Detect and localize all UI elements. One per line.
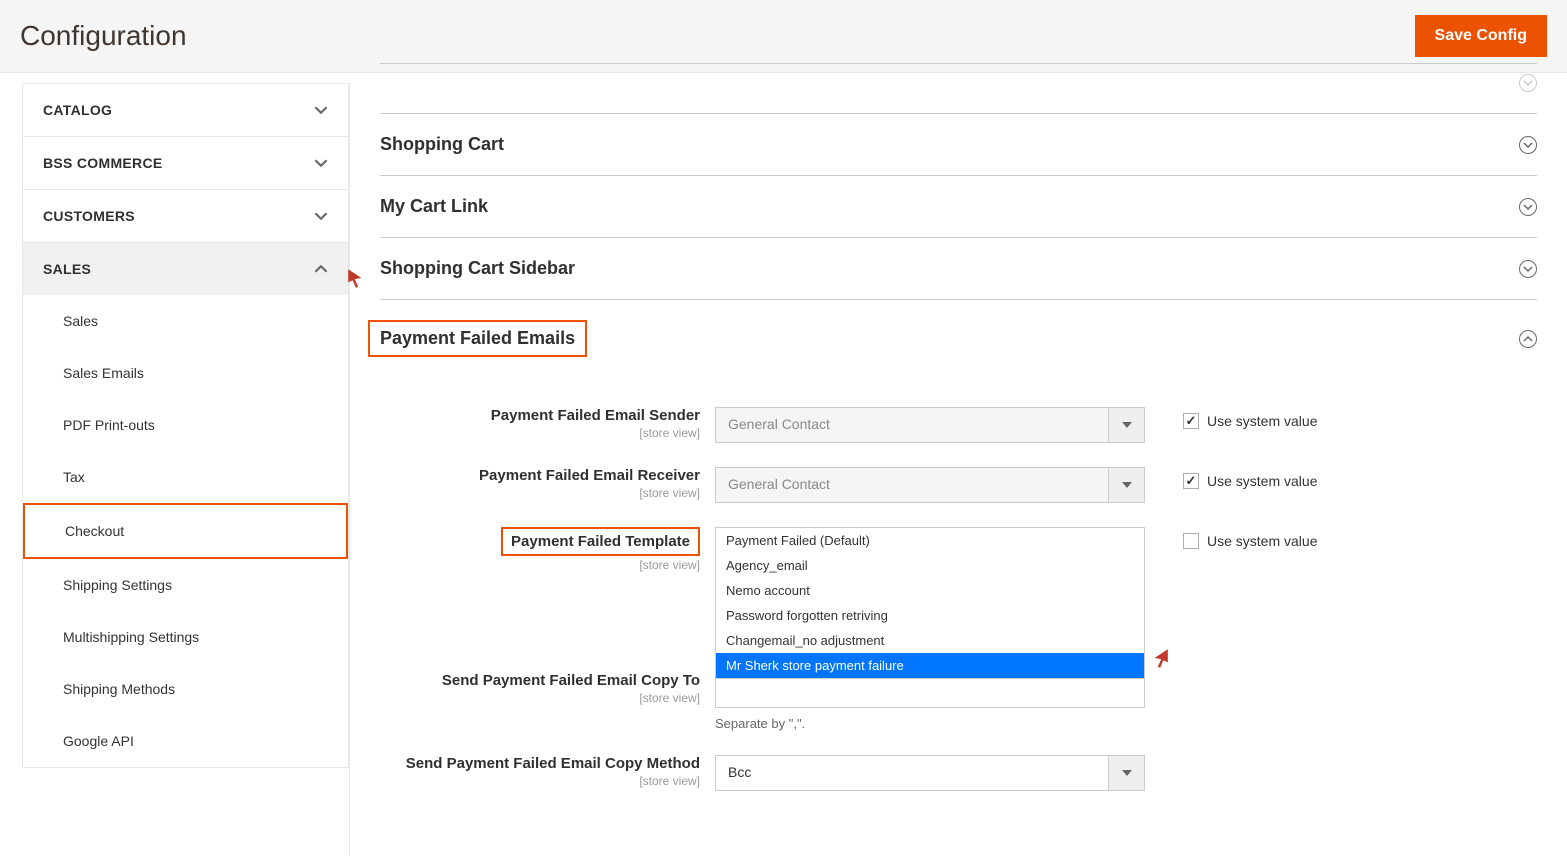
payment-failed-form: Payment Failed Email Sender [store view]… — [380, 377, 1537, 825]
chevron-down-icon — [314, 103, 328, 117]
section-title: My Cart Link — [380, 196, 488, 217]
sidebar-group-label: CUSTOMERS — [43, 208, 135, 224]
section-title: Shopping Cart — [380, 134, 504, 155]
sidebar-group-bss-commerce[interactable]: BSS COMMERCE — [22, 136, 349, 189]
helper-text: Separate by ",". — [715, 716, 1145, 731]
section-my-cart-link[interactable]: My Cart Link — [380, 176, 1537, 238]
dropdown-arrow-icon — [1108, 756, 1144, 790]
sidebar-item-checkout[interactable]: Checkout — [23, 503, 348, 559]
scope-label: [store view] — [380, 486, 700, 500]
section-title: Shopping Cart Sidebar — [380, 258, 575, 279]
select-value: General Contact — [716, 468, 1108, 502]
sidebar-item-multishipping-settings[interactable]: Multishipping Settings — [23, 611, 348, 663]
save-config-button[interactable]: Save Config — [1415, 15, 1547, 57]
expand-down-icon — [1519, 198, 1537, 216]
expand-down-icon — [1519, 260, 1537, 278]
dropdown-option-selected[interactable]: Mr Sherk store payment failure — [716, 653, 1144, 678]
sidebar-item-tax[interactable]: Tax — [23, 451, 348, 503]
sidebar-item-sales-emails[interactable]: Sales Emails — [23, 347, 348, 399]
field-label: Payment Failed Email Sender — [380, 407, 700, 424]
collapse-up-icon — [1519, 330, 1537, 348]
sidebar-group-customers[interactable]: CUSTOMERS — [22, 189, 349, 242]
use-system-checkbox[interactable] — [1183, 533, 1199, 549]
sidebar-group-label: CATALOG — [43, 102, 112, 118]
template-dropdown[interactable]: Payment Failed (Default) Agency_email Ne… — [715, 527, 1145, 679]
section-shopping-cart-sidebar[interactable]: Shopping Cart Sidebar — [380, 238, 1537, 300]
sidebar-group-catalog[interactable]: CATALOG — [22, 83, 349, 136]
copy-method-select[interactable]: Bcc — [715, 755, 1145, 791]
scope-label: [store view] — [380, 691, 700, 705]
scope-label: [store view] — [380, 774, 700, 788]
section-title: Payment Failed Emails — [368, 320, 587, 357]
checkbox-label: Use system value — [1207, 413, 1317, 429]
page-title: Configuration — [20, 20, 187, 52]
sidebar-item-shipping-methods[interactable]: Shipping Methods — [23, 663, 348, 715]
field-label: Send Payment Failed Email Copy Method — [380, 755, 700, 772]
sender-select[interactable]: General Contact — [715, 407, 1145, 443]
dropdown-option[interactable]: Nemo account — [716, 578, 1144, 603]
chevron-down-icon — [314, 156, 328, 170]
row-copy-to: Send Payment Failed Email Copy To [store… — [380, 672, 1537, 731]
expand-down-icon — [1519, 74, 1537, 92]
row-receiver: Payment Failed Email Receiver [store vie… — [380, 467, 1537, 503]
sidebar-group-sales[interactable]: SALES Sales Sales Emails PDF Print-outs … — [22, 242, 349, 768]
sidebar: CATALOG BSS COMMERCE CUSTOMERS SALES — [22, 83, 350, 855]
dropdown-option[interactable]: Password forgotten retriving — [716, 603, 1144, 628]
sidebar-group-label: SALES — [43, 261, 91, 277]
use-system-checkbox[interactable] — [1183, 473, 1199, 489]
row-template: Payment Failed Template [store view] Pay… — [380, 527, 1537, 572]
dropdown-option[interactable]: Payment Failed (Default) — [716, 528, 1144, 553]
dropdown-arrow-icon — [1108, 468, 1144, 502]
sidebar-group-label: BSS COMMERCE — [43, 155, 163, 171]
dropdown-option[interactable]: Agency_email — [716, 553, 1144, 578]
field-label: Payment Failed Email Receiver — [380, 467, 700, 484]
row-copy-method: Send Payment Failed Email Copy Method [s… — [380, 755, 1537, 791]
expand-down-icon — [1519, 136, 1537, 154]
checkbox-label: Use system value — [1207, 473, 1317, 489]
annotation-arrow-icon — [346, 267, 368, 292]
main-content: Checkout Options Shopping Cart My Cart L… — [350, 73, 1567, 855]
checkbox-label: Use system value — [1207, 533, 1317, 549]
receiver-select[interactable]: General Contact — [715, 467, 1145, 503]
row-sender: Payment Failed Email Sender [store view]… — [380, 407, 1537, 443]
sidebar-item-shipping-settings[interactable]: Shipping Settings — [23, 559, 348, 611]
section-payment-failed-emails[interactable]: Payment Failed Emails — [380, 300, 1537, 377]
select-value: Bcc — [716, 756, 1108, 790]
main-container: CATALOG BSS COMMERCE CUSTOMERS SALES — [0, 73, 1567, 855]
chevron-up-icon — [314, 262, 328, 276]
use-system-checkbox[interactable] — [1183, 413, 1199, 429]
sidebar-item-google-api[interactable]: Google API — [23, 715, 348, 767]
field-label: Send Payment Failed Email Copy To — [380, 672, 700, 689]
dropdown-option[interactable]: Changemail_no adjustment — [716, 628, 1144, 653]
field-label: Payment Failed Template — [501, 527, 700, 556]
chevron-down-icon — [314, 209, 328, 223]
sidebar-item-pdf-printouts[interactable]: PDF Print-outs — [23, 399, 348, 451]
dropdown-arrow-icon — [1108, 408, 1144, 442]
select-value: General Contact — [716, 408, 1108, 442]
scope-label: [store view] — [380, 426, 700, 440]
section-shopping-cart[interactable]: Shopping Cart — [380, 114, 1537, 176]
section-checkout-options[interactable]: Checkout Options — [380, 63, 1537, 114]
sidebar-sales-items: Sales Sales Emails PDF Print-outs Tax Ch… — [23, 295, 348, 767]
scope-label: [store view] — [380, 558, 700, 572]
annotation-arrow-icon — [1148, 647, 1170, 672]
sidebar-item-sales[interactable]: Sales — [23, 295, 348, 347]
